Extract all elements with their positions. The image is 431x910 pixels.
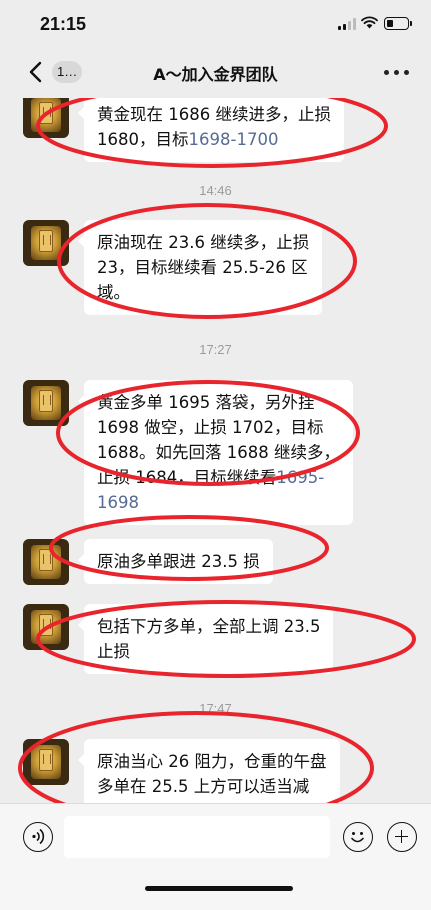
emoji-icon[interactable] <box>343 822 373 852</box>
highlighted-number[interactable]: 1698-1700 <box>189 130 279 149</box>
avatar[interactable] <box>23 380 69 426</box>
signal-icon <box>338 18 356 30</box>
message-line: 包括下方多单，全部上调 23.5 <box>97 617 321 636</box>
message-bubble[interactable]: 包括下方多单，全部上调 23.5 止损 <box>77 604 334 674</box>
message-line: 黄金多单 1695 落袋，另外挂 <box>97 393 315 412</box>
avatar[interactable] <box>23 98 69 138</box>
more-icon[interactable] <box>384 70 410 76</box>
message-line: 原油当心 26 阻力，仓重的午盘 <box>97 752 327 771</box>
status-bar: 21:15 <box>0 0 431 48</box>
timestamp: 14:46 <box>199 183 232 198</box>
message-input[interactable] <box>64 816 330 858</box>
voice-icon[interactable] <box>23 822 53 852</box>
highlighted-number[interactable]: 1695- <box>276 468 324 487</box>
avatar[interactable] <box>23 604 69 650</box>
message-line: 多单在 25.5 上方可以适当减 <box>97 777 310 796</box>
wifi-icon <box>361 16 378 29</box>
avatar[interactable] <box>23 739 69 785</box>
message-bubble[interactable]: 原油当心 26 阻力，仓重的午盘 多单在 25.5 上方可以适当减 仓。 <box>78 739 340 803</box>
battery-icon <box>384 17 412 30</box>
message-line: 原油现在 23.6 继续多，止损 <box>97 233 310 252</box>
message-list[interactable]: 黄金现在 1686 继续进多，止损 1680，目标1698-1700 14:46… <box>0 98 431 803</box>
plus-icon[interactable] <box>387 822 417 852</box>
timestamp: 17:47 <box>199 701 232 716</box>
status-time: 21:15 <box>40 14 87 34</box>
avatar[interactable] <box>23 539 69 585</box>
message-line: 原油多单跟进 23.5 损 <box>97 552 260 571</box>
timestamp: 17:27 <box>199 342 232 357</box>
message-line: 1698 做空，止损 1702，目标 <box>97 418 324 437</box>
input-bar <box>0 803 431 910</box>
message-line: 1688。如先回落 1688 继续多， <box>97 443 340 462</box>
message-line: 黄金现在 1686 继续进多，止损 <box>97 105 331 124</box>
message-line: 止损 1684，目标继续看 <box>97 468 277 487</box>
highlighted-number[interactable]: 1698 <box>97 490 340 515</box>
message-line: 域。 <box>97 283 130 302</box>
chat-title: A～加入金界团队 <box>153 65 278 84</box>
message-line: 止损 <box>97 642 130 661</box>
message-bubble[interactable]: 原油现在 23.6 继续多，止损 23，目标继续看 25.5-26 区 域。 <box>77 220 323 315</box>
chat-header: 1… A～加入金界团队 <box>0 48 431 98</box>
message-line: 1680，目标 <box>97 130 189 149</box>
home-indicator <box>145 886 293 891</box>
message-bubble[interactable]: 原油多单跟进 23.5 损 <box>78 539 273 584</box>
message-bubble[interactable]: 黄金现在 1686 继续进多，止损 1680，目标1698-1700 <box>78 98 344 162</box>
avatar[interactable] <box>23 220 69 266</box>
message-line: 23，目标继续看 25.5-26 区 <box>97 258 308 277</box>
message-bubble[interactable]: 黄金多单 1695 落袋，另外挂 1698 做空，止损 1702，目标 1688… <box>78 380 353 525</box>
